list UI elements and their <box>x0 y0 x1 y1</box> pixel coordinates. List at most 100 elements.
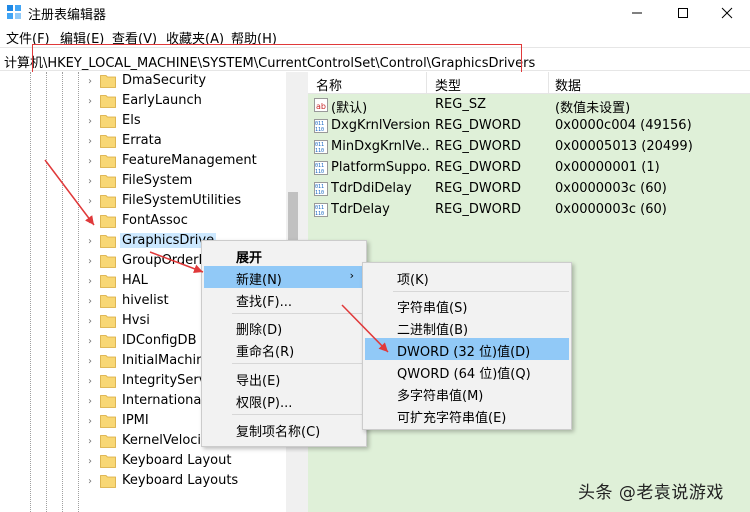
value-row[interactable]: 011 110 TdrDdiDelay REG_DWORD 0x0000003c (60… <box>308 179 750 200</box>
tree-item[interactable]: › FileSystem <box>84 172 300 192</box>
context-menu: 展开 新建(N) › 查找(F)... 删除(D) 重命名(R) 导出(E) 权限… <box>201 240 367 447</box>
svg-text:110: 110 <box>315 169 324 175</box>
expand-chevron-icon[interactable]: › <box>84 456 96 468</box>
submenu-dword-value[interactable]: DWORD (32 位)值(D) <box>365 338 569 360</box>
ctx-expand[interactable]: 展开 <box>204 244 364 266</box>
expand-chevron-icon[interactable]: › <box>84 196 96 208</box>
maximize-icon <box>678 7 688 18</box>
submenu-key[interactable]: 项(K) <box>365 266 569 288</box>
tree-item[interactable]: › EarlyLaunch <box>84 92 300 112</box>
expand-chevron-icon[interactable]: › <box>84 176 96 188</box>
folder-icon <box>100 395 116 408</box>
tree-item[interactable]: › Els <box>84 112 300 132</box>
expand-chevron-icon[interactable]: › <box>84 216 96 228</box>
menu-divider <box>232 414 364 415</box>
expand-chevron-icon[interactable]: › <box>84 116 96 128</box>
svg-text:110: 110 <box>315 148 324 154</box>
tree-item-label: Errata <box>122 133 162 148</box>
expand-chevron-icon[interactable]: › <box>84 96 96 108</box>
ctx-copy-key-name[interactable]: 复制项名称(C) <box>204 418 364 440</box>
value-row[interactable]: 011 110 TdrDelay REG_DWORD 0x0000003c (60) <box>308 200 750 221</box>
expand-chevron-icon[interactable]: › <box>84 236 96 248</box>
value-row[interactable]: 011 110 DxgKrnlVersion REG_DWORD 0x0000c004 … <box>308 116 750 137</box>
column-name[interactable]: 名称 <box>316 75 342 94</box>
ctx-rename[interactable]: 重命名(R) <box>204 338 364 360</box>
expand-chevron-icon[interactable]: › <box>84 76 96 88</box>
folder-icon <box>100 175 116 188</box>
value-type: REG_DWORD <box>435 118 521 133</box>
submenu-dword-value-label: DWORD (32 位)值(D) <box>397 345 531 360</box>
expand-chevron-icon[interactable]: › <box>84 476 96 488</box>
expand-chevron-icon[interactable]: › <box>84 416 96 428</box>
ctx-new[interactable]: 新建(N) › <box>204 266 364 288</box>
expand-chevron-icon[interactable]: › <box>84 436 96 448</box>
tree-item-label: Hvsi <box>122 313 150 328</box>
ctx-new-label: 新建(N) <box>236 273 282 288</box>
menu-divider <box>232 313 364 314</box>
value-type: REG_DWORD <box>435 160 521 175</box>
value-row[interactable]: 011 110 MinDxgKrnlVe... REG_DWORD 0x00005013… <box>308 137 750 158</box>
column-data[interactable]: 数据 <box>555 75 581 94</box>
expand-chevron-icon[interactable]: › <box>84 336 96 348</box>
expand-chevron-icon[interactable]: › <box>84 156 96 168</box>
tree-item[interactable]: › Keyboard Layout <box>84 452 300 472</box>
value-row[interactable]: 011 110 PlatformSuppo... REG_DWORD 0x0000000… <box>308 158 750 179</box>
column-separator[interactable] <box>426 72 427 94</box>
ctx-find[interactable]: 查找(F)... <box>204 288 364 310</box>
submenu-binary-value[interactable]: 二进制值(B) <box>365 316 569 338</box>
new-submenu: 项(K) 字符串值(S) 二进制值(B) DWORD (32 位)值(D) QW… <box>362 262 572 430</box>
tree-item[interactable]: › DmaSecurity <box>84 72 300 92</box>
binary-value-icon: 011110 <box>314 140 328 154</box>
tree-item[interactable]: › FileSystemUtilities <box>84 192 300 212</box>
value-type: REG_DWORD <box>435 181 521 196</box>
tree-item[interactable]: › FeatureManagement <box>84 152 300 172</box>
folder-icon <box>100 295 116 308</box>
tree-item[interactable]: › FontAssoc <box>84 212 300 232</box>
maximize-button[interactable] <box>660 0 706 25</box>
expand-chevron-icon[interactable]: › <box>84 296 96 308</box>
folder-icon <box>100 195 116 208</box>
submenu-multi-string-value[interactable]: 多字符串值(M) <box>365 382 569 404</box>
ctx-rename-label: 重命名(R) <box>236 345 295 360</box>
menu-bar: 文件(F) 编辑(E) 查看(V) 收藏夹(A) 帮助(H) <box>0 26 750 47</box>
expand-chevron-icon[interactable]: › <box>84 256 96 268</box>
minimize-button[interactable] <box>614 0 660 25</box>
folder-icon <box>100 255 116 268</box>
folder-icon <box>100 335 116 348</box>
submenu-string-value[interactable]: 字符串值(S) <box>365 294 569 316</box>
expand-chevron-icon[interactable]: › <box>84 356 96 368</box>
tree-item-label: Keyboard Layout <box>122 453 232 468</box>
submenu-expandable-string-value[interactable]: 可扩充字符串值(E) <box>365 404 569 426</box>
title-bar: 注册表编辑器 <box>0 0 750 25</box>
ctx-copy-key-name-label: 复制项名称(C) <box>236 425 321 440</box>
expand-chevron-icon[interactable]: › <box>84 396 96 408</box>
tree-item-label: hivelist <box>122 293 169 308</box>
value-row[interactable]: ab (默认) REG_SZ (数值未设置) <box>308 95 750 116</box>
folder-icon <box>100 435 116 448</box>
tree-item[interactable]: › Errata <box>84 132 300 152</box>
column-separator[interactable] <box>548 72 549 94</box>
ctx-permissions[interactable]: 权限(P)... <box>204 389 364 411</box>
value-data: 0x00000001 (1) <box>555 160 660 175</box>
close-button[interactable] <box>704 0 750 25</box>
ctx-delete[interactable]: 删除(D) <box>204 316 364 338</box>
value-data: 0x0000003c (60) <box>555 181 667 196</box>
expand-chevron-icon[interactable]: › <box>84 276 96 288</box>
expand-chevron-icon[interactable]: › <box>84 136 96 148</box>
binary-value-icon: 011110 <box>314 161 328 175</box>
value-name: DxgKrnlVersion <box>331 118 431 133</box>
expand-chevron-icon[interactable]: › <box>84 316 96 328</box>
submenu-multi-string-value-label: 多字符串值(M) <box>397 389 484 404</box>
submenu-qword-value[interactable]: QWORD (64 位)值(Q) <box>365 360 569 382</box>
ctx-export[interactable]: 导出(E) <box>204 367 364 389</box>
tree-guide-line <box>46 72 47 512</box>
tree-item[interactable]: › Keyboard Layouts <box>84 472 300 492</box>
minimize-icon <box>632 12 642 13</box>
submenu-expandable-string-value-label: 可扩充字符串值(E) <box>397 411 507 426</box>
tree-item-label: EarlyLaunch <box>122 93 202 108</box>
tree-item-label: Keyboard Layouts <box>122 473 239 488</box>
column-type[interactable]: 类型 <box>435 75 461 94</box>
value-name: TdrDelay <box>331 202 390 217</box>
tree-item-label: GroupOrderLi <box>122 253 210 268</box>
expand-chevron-icon[interactable]: › <box>84 376 96 388</box>
